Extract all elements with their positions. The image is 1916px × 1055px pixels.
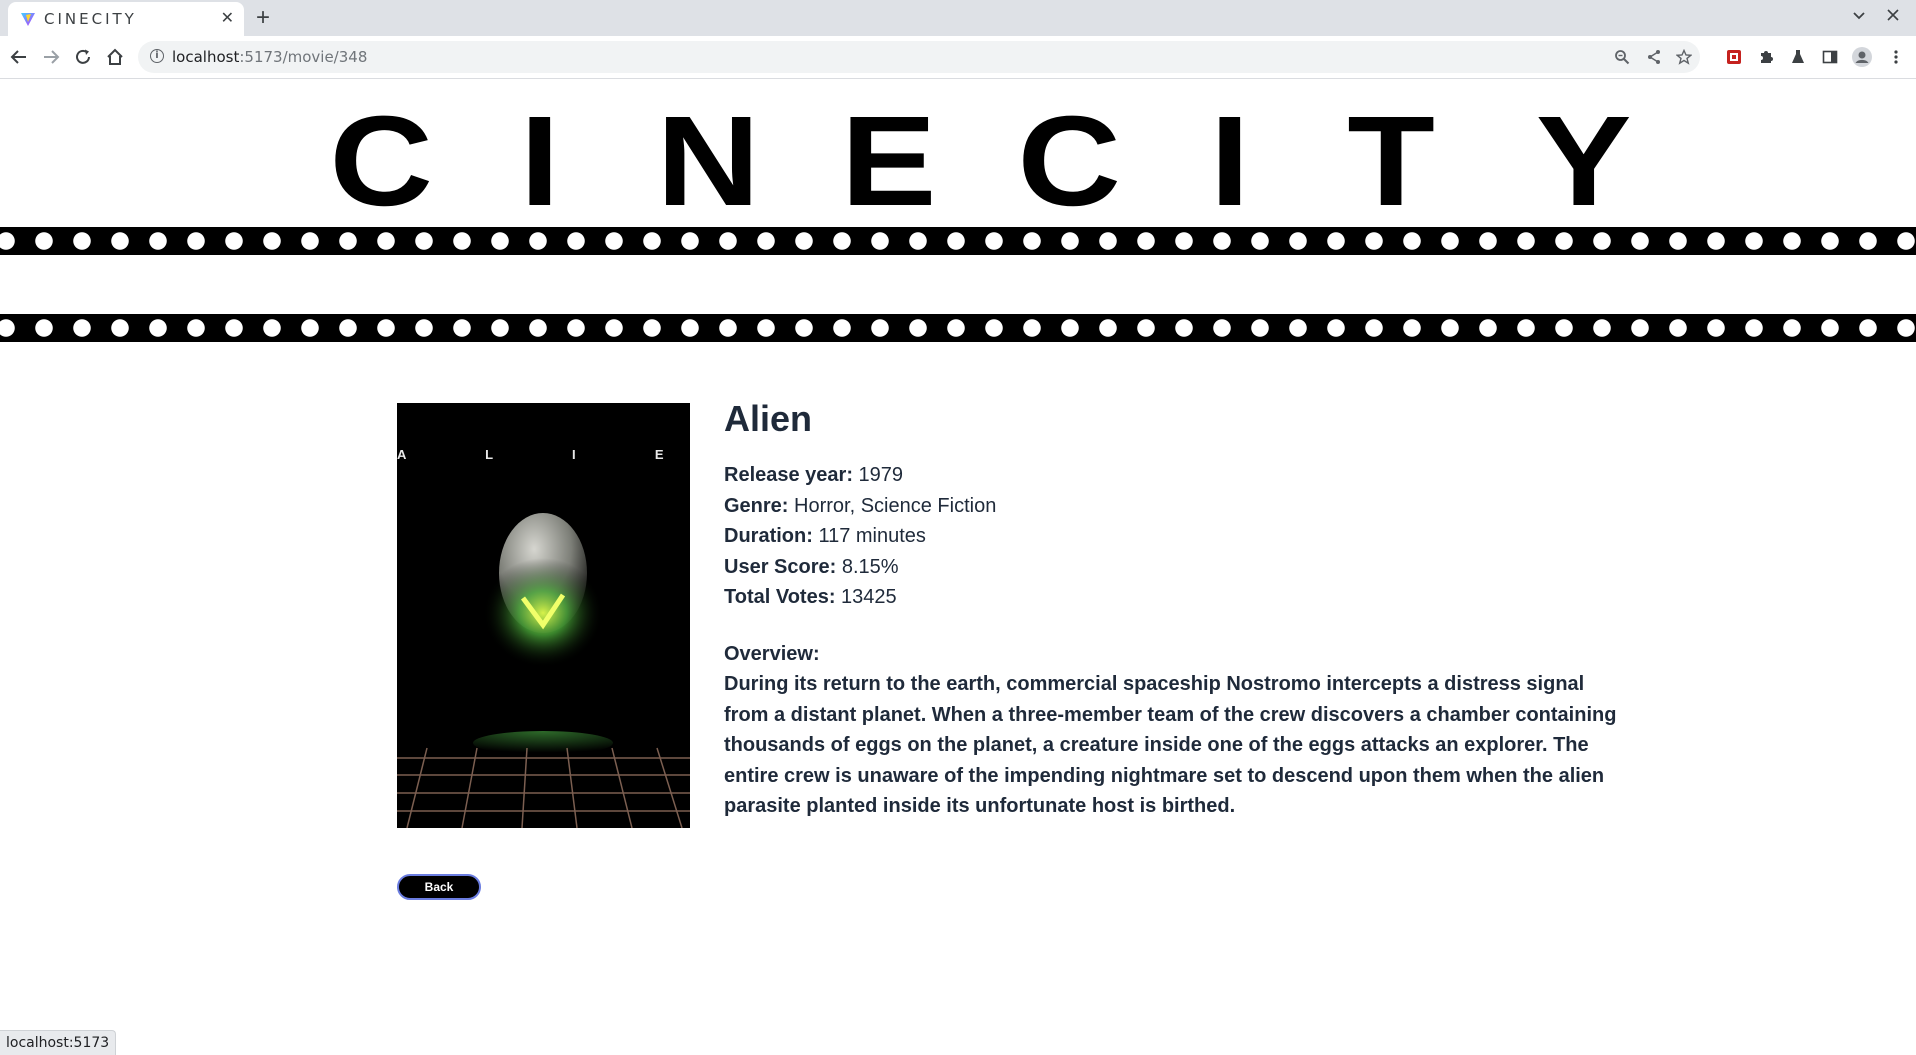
share-icon[interactable] [1644, 47, 1664, 67]
site-info-icon[interactable]: i [150, 49, 164, 63]
tab-close-icon[interactable]: ✕ [221, 10, 234, 28]
total-votes-row: Total Votes: 13425 [724, 582, 1624, 613]
back-button[interactable]: Back [397, 874, 481, 900]
url-path: :5173/movie/348 [239, 48, 368, 66]
browser-tab[interactable]: CINECITY ✕ [8, 2, 244, 36]
film-strip-top [0, 227, 1916, 255]
logo-letter: N [656, 90, 760, 233]
film-strip-holes [0, 227, 1916, 255]
page-content: C I N E C I T Y A L I E Alien Release ye… [0, 79, 1916, 1055]
puzzle-icon[interactable] [1756, 47, 1776, 67]
window-close-icon[interactable] [1886, 6, 1900, 27]
genre-label: Genre: [724, 494, 789, 517]
logo-letter: Y [1535, 90, 1632, 233]
duration-value: 117 minutes [818, 525, 926, 547]
user-score-label: User Score: [724, 555, 837, 578]
url-host: localhost [172, 48, 240, 66]
total-votes-label: Total Votes: [724, 586, 836, 608]
browser-toolbar: i localhost:5173/movie/348 [0, 36, 1916, 79]
reload-icon[interactable] [72, 46, 94, 68]
zoom-icon[interactable] [1612, 47, 1632, 67]
film-strip-holes [0, 314, 1916, 342]
poster-title: A L I E N [397, 447, 688, 462]
arrow-right-icon[interactable] [40, 46, 62, 68]
home-icon[interactable] [104, 46, 126, 68]
extension-red-icon[interactable] [1724, 47, 1744, 67]
duration-row: Duration: 117 minutes [724, 521, 1624, 552]
release-year-value: 1979 [858, 464, 904, 486]
genre-value: Horror, Science Fiction [794, 494, 997, 517]
url-text[interactable]: localhost:5173/movie/348 [172, 48, 367, 66]
user-score-value: 8.15% [841, 555, 899, 578]
logo-letter: I [519, 90, 560, 233]
new-tab-button[interactable]: + [256, 5, 270, 31]
tab-search-chevron-icon[interactable] [1852, 8, 1866, 27]
poster-artwork [397, 403, 690, 828]
duration-label: Duration: [724, 525, 813, 547]
movie-info: Alien Release year: 1979 Genre: Horror, … [724, 396, 1624, 822]
logo-letter: C [329, 90, 433, 233]
flask-icon[interactable] [1788, 47, 1808, 67]
vite-favicon-icon [20, 11, 36, 27]
release-year-label: Release year: [724, 464, 853, 486]
logo-letter: C [1017, 90, 1121, 233]
kebab-menu-icon[interactable] [1886, 47, 1906, 67]
logo-letter: T [1347, 90, 1435, 233]
address-bar[interactable]: i localhost:5173/movie/348 [138, 41, 1700, 73]
site-logo: C I N E C I T Y [0, 97, 1916, 227]
genre-row: Genre: Horror, Science Fiction [724, 491, 1624, 522]
star-icon[interactable] [1674, 47, 1694, 67]
status-bar-url: localhost:5173 [0, 1030, 117, 1055]
total-votes-value: 13425 [841, 586, 897, 608]
film-strip-bottom [0, 314, 1916, 342]
browser-tabstrip: CINECITY ✕ + [0, 0, 1916, 36]
overview-text: During its return to the earth, commerci… [724, 673, 1617, 817]
movie-title: Alien [724, 398, 813, 439]
profile-icon[interactable] [1852, 47, 1872, 67]
user-score-row: User Score: 8.15% [724, 552, 1624, 583]
movie-poster: A L I E N [397, 403, 690, 828]
release-year-row: Release year: 1979 [724, 460, 1624, 491]
side-panel-icon[interactable] [1820, 47, 1840, 67]
overview-label: Overview: [724, 642, 820, 665]
logo-letter: E [840, 90, 937, 233]
arrow-left-icon[interactable] [8, 46, 30, 68]
logo-letter: I [1209, 90, 1250, 233]
tab-title: CINECITY [44, 10, 137, 28]
